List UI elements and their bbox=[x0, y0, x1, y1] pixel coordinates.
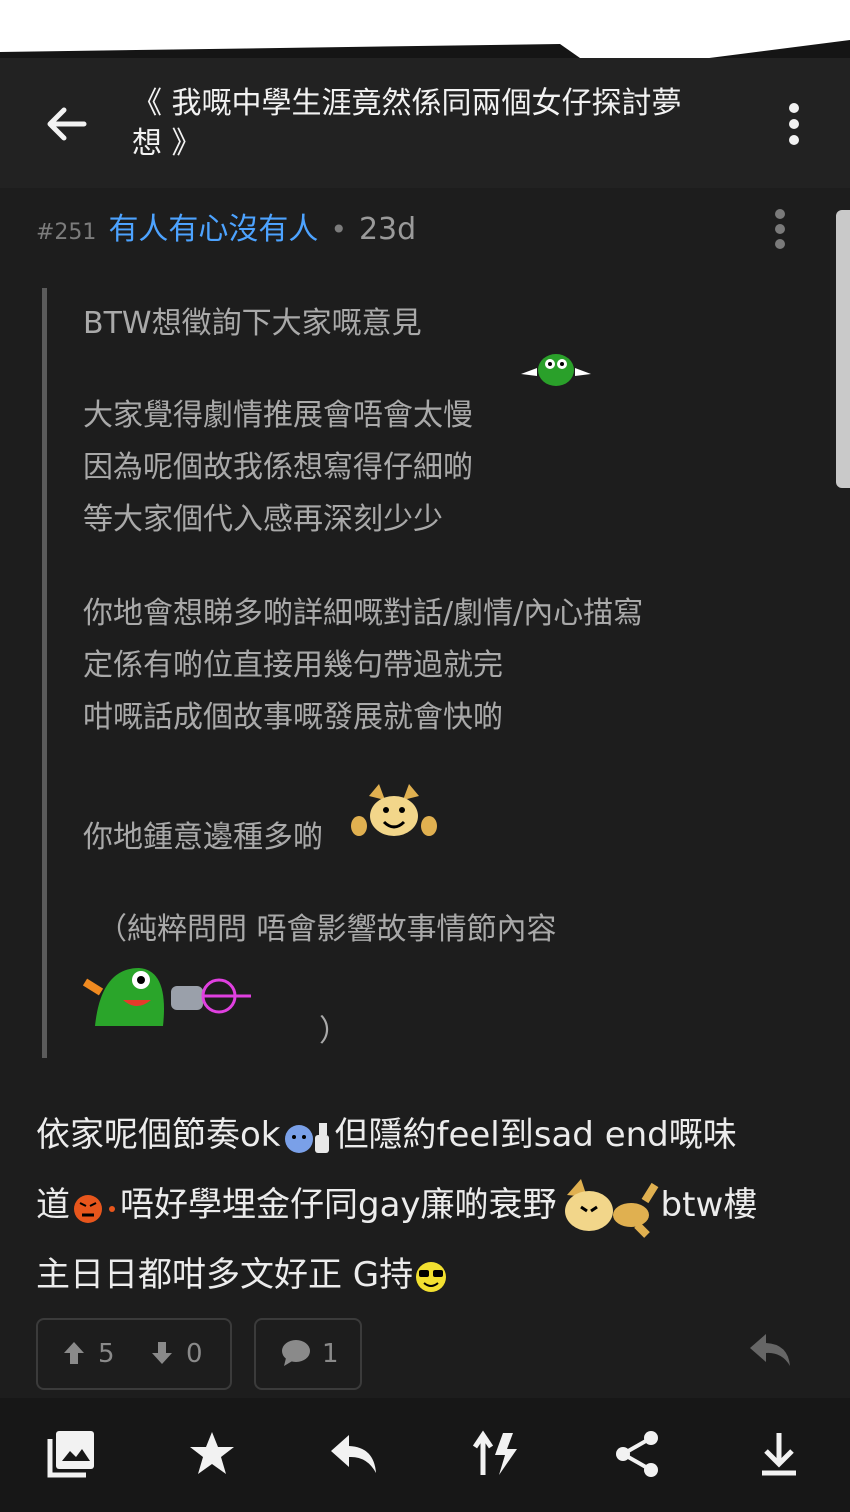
arrow-left-icon bbox=[47, 107, 87, 141]
reply-text: 依家呢個節奏ok bbox=[36, 1115, 281, 1155]
reply-line: 主日日都咁多文好正 G持 bbox=[36, 1240, 826, 1310]
gallery-button[interactable] bbox=[43, 1426, 99, 1482]
quote-line: ） bbox=[319, 1014, 349, 1049]
dog-face-emoji-icon bbox=[351, 784, 437, 836]
green-blob-hairdryer-emoji-icon bbox=[83, 968, 251, 1026]
scrollbar[interactable] bbox=[836, 210, 850, 488]
thumbs-up-face-emoji-icon bbox=[284, 1122, 329, 1153]
download-button[interactable] bbox=[751, 1426, 807, 1482]
post-header: #251 有人有心沒有人 • 23d bbox=[36, 204, 416, 250]
more-vertical-icon bbox=[789, 103, 799, 145]
arrow-down-icon bbox=[152, 1342, 172, 1364]
quoted-post: BTW想徵詢下大家嘅意見 大家覺得劇情推展會唔會太慢 因為呢個故我係想寫得仔細啲… bbox=[42, 288, 767, 1058]
share-icon bbox=[616, 1431, 658, 1477]
reply-icon bbox=[750, 1334, 790, 1366]
post-number: #251 bbox=[36, 220, 97, 245]
upvote-count: 5 bbox=[98, 1339, 115, 1369]
vote-box: 5 0 bbox=[36, 1318, 232, 1390]
reply-text: 道 bbox=[36, 1185, 70, 1225]
reply-line: 依家呢個節奏ok 但隱約feel到sad end嘅味 bbox=[36, 1100, 826, 1170]
quote-line: 你地會想睇多啲詳細嘅對話/劇情/內心描寫 bbox=[83, 596, 644, 631]
quote-line: 因為呢個故我係想寫得仔細啲 bbox=[83, 450, 473, 485]
reply-line: 道 唔好學埋金仔同gay廉啲衰野 btw樓 bbox=[36, 1170, 826, 1240]
green-face-emoji-icon bbox=[521, 354, 591, 386]
post-username[interactable]: 有人有心沒有人 bbox=[108, 204, 318, 248]
reply-text: 但隱約feel到sad end嘅味 bbox=[334, 1115, 737, 1155]
redaction-mask bbox=[0, 0, 850, 58]
reply-text: 主日日都咁多文好正 G持 bbox=[36, 1255, 414, 1295]
post-actions: 5 0 1 bbox=[36, 1318, 826, 1390]
quote-line: 大家覺得劇情推展會唔會太慢 bbox=[83, 398, 473, 433]
downvote-button[interactable] bbox=[150, 1340, 174, 1370]
quote-line: 你地鍾意邊種多啲 bbox=[83, 820, 323, 855]
star-icon bbox=[190, 1432, 234, 1474]
post-menu-button[interactable] bbox=[770, 208, 790, 250]
thread-title: 《 我嘅中學生涯竟然係同兩個女仔探討夢想 》 bbox=[132, 86, 682, 161]
quote-line: 等大家個代入感再深刻少少 bbox=[83, 502, 443, 537]
sort-button[interactable] bbox=[468, 1426, 524, 1482]
post-age: 23d bbox=[358, 212, 417, 247]
sort-icon bbox=[472, 1430, 517, 1475]
arrow-up-icon bbox=[64, 1342, 84, 1364]
reply-icon bbox=[331, 1435, 376, 1473]
favourite-button[interactable] bbox=[184, 1426, 240, 1482]
share-button[interactable] bbox=[610, 1426, 666, 1482]
separator-dot: • bbox=[330, 213, 347, 246]
reply-thread-button[interactable] bbox=[326, 1426, 382, 1482]
bottom-toolbar bbox=[0, 1398, 850, 1512]
status-bar bbox=[0, 0, 850, 58]
post-reply-text: 依家呢個節奏ok 但隱約feel到sad end嘅味 道 唔好學埋金仔同gay廉啲衰… bbox=[36, 1100, 826, 1310]
downvote-count: 0 bbox=[186, 1339, 203, 1369]
reply-button[interactable] bbox=[748, 1330, 792, 1370]
quote-line: BTW想徵詢下大家嘅意見 bbox=[83, 306, 422, 341]
more-vertical-icon bbox=[775, 209, 785, 249]
reply-text: 唔好學埋金仔同gay廉啲衰野 bbox=[120, 1185, 557, 1225]
comment-icon bbox=[282, 1340, 310, 1366]
top-app-bar: 《 我嘅中學生涯竟然係同兩個女仔探討夢想 》 bbox=[0, 58, 850, 188]
quote-line: 咁嘅話成個故事嘅發展就會快啲 bbox=[83, 700, 503, 735]
rolling-dog-emoji-icon bbox=[564, 1178, 658, 1238]
angry-face-emoji-icon bbox=[74, 1194, 115, 1223]
quote-line: （純粹問問 唔會影響故事情節內容 bbox=[97, 912, 557, 947]
download-icon bbox=[762, 1433, 796, 1476]
comment-count: 1 bbox=[322, 1339, 339, 1369]
back-button[interactable] bbox=[36, 96, 96, 152]
post-content: #251 有人有心沒有人 • 23d BTW想徵詢下大家嘅意見 大家覺得劇情推展… bbox=[0, 188, 850, 1398]
sunglasses-face-emoji-icon bbox=[416, 1261, 447, 1292]
upvote-button[interactable] bbox=[62, 1340, 86, 1370]
quote-line: 定係有啲位直接用幾句帶過就完 bbox=[83, 648, 503, 683]
thread-menu-button[interactable] bbox=[778, 98, 810, 150]
reply-text: btw樓 bbox=[660, 1185, 758, 1225]
comments-button[interactable]: 1 bbox=[254, 1318, 362, 1390]
gallery-icon bbox=[47, 1431, 94, 1478]
